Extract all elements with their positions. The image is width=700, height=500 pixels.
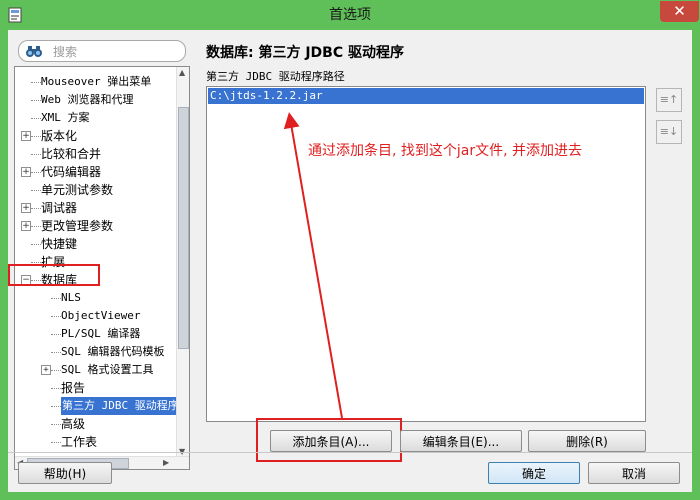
window-title: 首选项 xyxy=(329,7,371,23)
binoculars-icon xyxy=(26,46,42,57)
move-down-button[interactable]: ≡↓ xyxy=(656,120,682,144)
tree-item-label: 报告 xyxy=(61,381,86,395)
ok-button[interactable]: 确定 xyxy=(488,462,580,484)
tree-item-label: 版本化 xyxy=(41,129,78,143)
tree-item-label: 工作表 xyxy=(61,435,98,449)
tree-connector xyxy=(51,406,61,407)
tree-connector xyxy=(31,226,41,227)
move-up-button[interactable]: ≡↑ xyxy=(656,88,682,112)
add-entry-button[interactable]: 添加条目(A)... xyxy=(270,430,392,452)
tree-connector xyxy=(51,388,61,389)
annotation-text: 通过添加条目, 找到这个jar文件, 并添加进去 xyxy=(308,143,583,159)
bottom-separator xyxy=(8,452,692,453)
close-button[interactable]: ✕ xyxy=(660,1,699,22)
expand-icon[interactable]: + xyxy=(41,365,51,375)
edit-entry-button[interactable]: 编辑条目(E)... xyxy=(400,430,522,452)
tree-connector xyxy=(31,208,41,209)
tree-item[interactable]: XML 方案 xyxy=(15,109,179,127)
tree-item[interactable]: Web 浏览器和代理 xyxy=(15,91,179,109)
tree-item[interactable]: 比较和合并 xyxy=(15,145,179,163)
expand-icon[interactable]: + xyxy=(21,203,31,213)
tree-item-label: ObjectViewer xyxy=(61,309,141,322)
tree-item[interactable]: + 版本化 xyxy=(15,127,179,145)
tree-item[interactable]: + 调试器 xyxy=(15,199,179,217)
highlight-database-node xyxy=(8,264,100,286)
panel-title: 数据库: 第三方 JDBC 驱动程序 xyxy=(206,45,404,61)
tree-item-label: 代码编辑器 xyxy=(41,165,102,179)
tree-connector xyxy=(51,298,61,299)
title-bar[interactable]: 首选项 ✕ xyxy=(0,0,700,30)
tree-vertical-scroll-thumb[interactable] xyxy=(178,107,189,349)
tree-connector xyxy=(31,244,41,245)
tree-item-label: 单元测试参数 xyxy=(41,183,114,197)
tree-connector xyxy=(51,352,61,353)
tree-connector xyxy=(51,316,61,317)
tree-item[interactable]: 快捷键 xyxy=(15,235,179,253)
tree-connector xyxy=(31,118,41,119)
tree-item[interactable]: 高级 xyxy=(15,415,179,433)
cancel-button[interactable]: 取消 xyxy=(588,462,680,484)
tree-connector xyxy=(31,136,41,137)
tree-connector xyxy=(31,172,41,173)
scroll-up-icon[interactable]: ▲ xyxy=(179,68,185,77)
tree-item-label: 快捷键 xyxy=(41,237,78,251)
jdbc-driver-list[interactable]: C:\jtds-1.2.2.jar xyxy=(206,86,646,422)
tree-item-label: SQL 编辑器代码模板 xyxy=(61,345,165,358)
tree-item[interactable]: PL/SQL 编译器 xyxy=(15,325,179,343)
tree-item[interactable]: + 代码编辑器 xyxy=(15,163,179,181)
tree-item[interactable]: + 更改管理参数 xyxy=(15,217,179,235)
help-button[interactable]: 帮助(H) xyxy=(18,462,112,484)
tree-item-label: 高级 xyxy=(61,417,86,431)
tree-connector xyxy=(51,370,61,371)
tree-connector xyxy=(51,424,61,425)
panel-subtitle: 第三方 JDBC 驱动程序路径 xyxy=(206,70,345,83)
expand-icon[interactable]: + xyxy=(21,167,31,177)
tree-item-label: 更改管理参数 xyxy=(41,219,114,233)
move-down-icon: ≡↓ xyxy=(659,125,679,138)
search-input[interactable]: 搜索 xyxy=(18,40,186,62)
tree-item-label: 第三方 JDBC 驱动程序 xyxy=(61,397,183,415)
tree-connector xyxy=(51,334,61,335)
tree-connector xyxy=(31,100,41,101)
tree-item-label: XML 方案 xyxy=(41,111,90,124)
tree-connector xyxy=(51,442,61,443)
tree-item[interactable]: ObjectViewer xyxy=(15,307,179,325)
expand-icon[interactable]: + xyxy=(21,221,31,231)
tree-item-label: PL/SQL 编译器 xyxy=(61,327,141,340)
tree-item[interactable]: 第三方 JDBC 驱动程序 xyxy=(15,397,183,415)
tree-connector xyxy=(31,190,41,191)
tree-item-label: 比较和合并 xyxy=(41,147,102,161)
tree-item[interactable]: Mouseover 弹出菜单 xyxy=(15,73,179,91)
list-item[interactable]: C:\jtds-1.2.2.jar xyxy=(208,88,644,104)
tree-item-label: Mouseover 弹出菜单 xyxy=(41,75,152,88)
tree-item-label: 调试器 xyxy=(41,201,78,215)
tree-connector xyxy=(31,262,41,263)
tree-connector xyxy=(31,154,41,155)
tree-connector xyxy=(31,82,41,83)
tree-vertical-scrollbar[interactable]: ▲ ▼ xyxy=(176,67,189,457)
dialog-body: 搜索 Mouseover 弹出菜单 Web 浏览器和代理 XML 方案 + 版本化比较和… xyxy=(8,30,692,492)
delete-button[interactable]: 删除(R) xyxy=(528,430,646,452)
tree-item[interactable]: 工作表 xyxy=(15,433,179,451)
expand-icon[interactable]: + xyxy=(21,131,31,141)
preferences-window: 首选项 ✕ 搜索 Mouseover 弹出菜单 Web 浏览器和代理 XML 方案 +… xyxy=(0,0,700,500)
tree-item[interactable]: SQL 编辑器代码模板 xyxy=(15,343,179,361)
tree-item[interactable]: NLS xyxy=(15,289,179,307)
tree-item-label: SQL 格式设置工具 xyxy=(61,363,154,376)
tree-item[interactable]: 单元测试参数 xyxy=(15,181,179,199)
scroll-right-icon[interactable]: ▶ xyxy=(163,458,169,467)
tree-item[interactable]: 报告 xyxy=(15,379,179,397)
move-up-icon: ≡↑ xyxy=(659,93,679,106)
search-placeholder: 搜索 xyxy=(53,45,78,59)
tree-item[interactable]: + SQL 格式设置工具 xyxy=(15,361,179,379)
tree-item-label: Web 浏览器和代理 xyxy=(41,93,134,106)
tree-item-label: NLS xyxy=(61,291,81,304)
